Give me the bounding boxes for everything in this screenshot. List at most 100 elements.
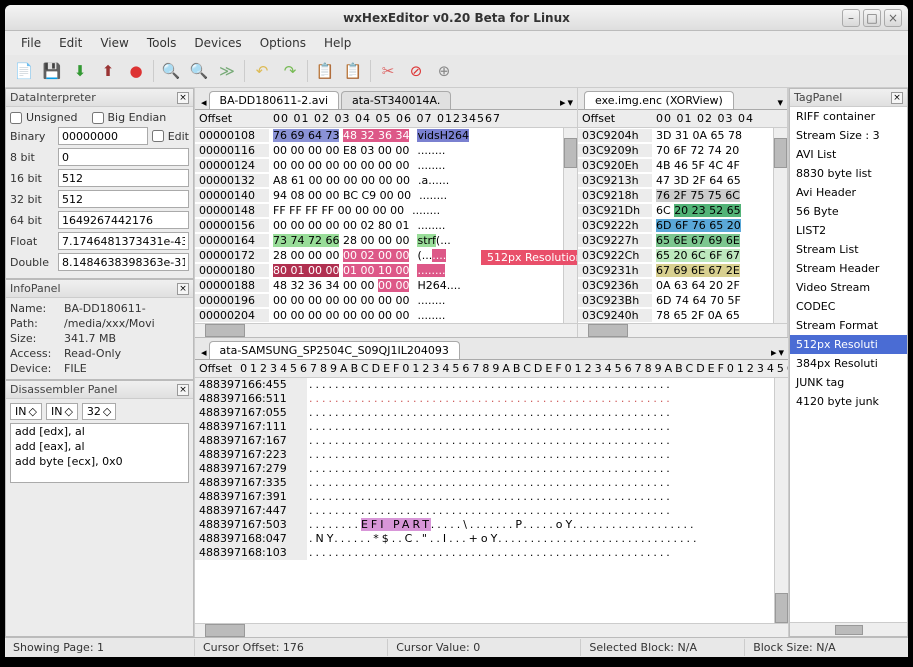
close-icon[interactable]: ×: [177, 384, 189, 396]
text-row[interactable]: 488397167:391...........................…: [195, 490, 774, 504]
disasm-combo-2[interactable]: IN ◇: [46, 403, 78, 420]
close-icon[interactable]: ×: [177, 283, 189, 295]
di-input[interactable]: [58, 211, 189, 229]
text-row[interactable]: 488397167:055...........................…: [195, 406, 774, 420]
scrollbar-horizontal[interactable]: [195, 623, 788, 637]
scrollbar-horizontal[interactable]: [195, 323, 577, 337]
tag-item[interactable]: Stream Size : 3: [790, 126, 907, 145]
hex-row[interactable]: 03C923Bh6D 74 64 70 5F: [578, 293, 773, 308]
new-icon[interactable]: 📄: [11, 58, 37, 84]
hex-grid[interactable]: 03C9204h3D 31 0A 65 7803C9209h70 6F 72 7…: [578, 128, 773, 323]
menu-devices[interactable]: Devices: [186, 34, 249, 52]
undo-icon[interactable]: ↶: [249, 58, 275, 84]
text-row[interactable]: 488397167:279...........................…: [195, 462, 774, 476]
scrollbar-horizontal[interactable]: [578, 323, 787, 337]
tag-item[interactable]: 56 Byte: [790, 202, 907, 221]
import-icon[interactable]: ⬇: [67, 58, 93, 84]
menu-help[interactable]: Help: [316, 34, 359, 52]
hex-row[interactable]: 0000019600 00 00 00 00 00 00 00........: [195, 293, 563, 308]
hex-row[interactable]: 03C9209h70 6F 72 74 20: [578, 143, 773, 158]
hex-row[interactable]: 03C9236h0A 63 64 20 2F: [578, 278, 773, 293]
disasm-combo-1[interactable]: IN ◇: [10, 403, 42, 420]
menu-file[interactable]: File: [13, 34, 49, 52]
copy-icon[interactable]: 📋: [312, 58, 338, 84]
text-row[interactable]: 488397166:511...........................…: [195, 392, 774, 406]
disasm-combo-3[interactable]: 32 ◇: [82, 403, 116, 420]
hex-row[interactable]: 03C922Ch65 20 6C 6F 67: [578, 248, 773, 263]
tag-item[interactable]: Avi Header: [790, 183, 907, 202]
tag-item[interactable]: 512px Resoluti: [790, 335, 907, 354]
hex-row[interactable]: 0000015600 00 00 00 00 02 80 01........: [195, 218, 563, 233]
tag-item[interactable]: CODEC: [790, 297, 907, 316]
tag-item[interactable]: LIST2: [790, 221, 907, 240]
hex-row[interactable]: 03C9240h78 65 2F 0A 65: [578, 308, 773, 323]
hex-row[interactable]: 0000018080 01 00 00 01 00 10 00........: [195, 263, 563, 278]
paste-icon[interactable]: 📋: [340, 58, 366, 84]
tag-item[interactable]: Stream List: [790, 240, 907, 259]
hex-row[interactable]: 00000132A8 61 00 00 00 00 00 00.a......: [195, 173, 563, 188]
tag-item[interactable]: JUNK tag: [790, 373, 907, 392]
edit-checkbox[interactable]: [152, 130, 164, 142]
di-input[interactable]: [58, 253, 189, 271]
tab-nav-right[interactable]: ▸: [560, 96, 566, 109]
redo-icon[interactable]: ↷: [277, 58, 303, 84]
hex-row[interactable]: 03C921Dh6C 20 23 52 65: [578, 203, 773, 218]
tag-item[interactable]: Video Stream: [790, 278, 907, 297]
tab-samsung[interactable]: ata-SAMSUNG_SP2504C_S09QJ1IL204093: [209, 341, 460, 359]
text-row[interactable]: 488397167:503........EFI PART.....\.....…: [195, 518, 774, 532]
text-row[interactable]: 488397167:223...........................…: [195, 448, 774, 462]
export-icon[interactable]: ⬆: [95, 58, 121, 84]
menu-tools[interactable]: Tools: [139, 34, 185, 52]
tab-file-1[interactable]: BA-DD180611-2.avi: [209, 91, 340, 109]
scrollbar-vertical[interactable]: [773, 128, 787, 323]
scrollbar-vertical[interactable]: [563, 128, 577, 323]
menu-view[interactable]: View: [92, 34, 136, 52]
close-icon[interactable]: ×: [177, 92, 189, 104]
tab-nav-left[interactable]: ◂: [201, 346, 207, 359]
bigendian-checkbox[interactable]: [92, 112, 104, 124]
cut-icon[interactable]: ✂: [375, 58, 401, 84]
tag-item[interactable]: Stream Header: [790, 259, 907, 278]
di-input[interactable]: [58, 190, 189, 208]
text-row[interactable]: 488397168:103...........................…: [195, 546, 774, 560]
tag-item[interactable]: RIFF container: [790, 107, 907, 126]
hex-row[interactable]: 03C920Eh4B 46 5F 4C 4F: [578, 158, 773, 173]
search-replace-icon[interactable]: 🔍: [186, 58, 212, 84]
tag-item[interactable]: 4120 byte junk: [790, 392, 907, 411]
text-row[interactable]: 488397168:047.NY......*$..C."..I...+oY..…: [195, 532, 774, 546]
tag-item[interactable]: Stream Format: [790, 316, 907, 335]
hex-row[interactable]: 03C9231h67 69 6E 67 2E: [578, 263, 773, 278]
close-window-button[interactable]: ×: [884, 9, 902, 27]
menu-options[interactable]: Options: [252, 34, 314, 52]
text-row[interactable]: 488397167:167...........................…: [195, 434, 774, 448]
hex-row[interactable]: 0000011600 00 00 00 E8 03 00 00........: [195, 143, 563, 158]
close-icon[interactable]: ×: [891, 92, 903, 104]
hex-row[interactable]: 03C9204h3D 31 0A 65 78: [578, 128, 773, 143]
maximize-button[interactable]: □: [863, 9, 881, 27]
tab-file-2[interactable]: ata-ST340014A.: [341, 91, 451, 109]
tag-item[interactable]: 8830 byte list: [790, 164, 907, 183]
binary-input[interactable]: [58, 127, 148, 145]
tag-item[interactable]: AVI List: [790, 145, 907, 164]
hex-row[interactable]: 0000020400 00 00 00 00 00 00 00........: [195, 308, 563, 323]
hex-row[interactable]: 0000012400 00 00 00 00 00 00 00........: [195, 158, 563, 173]
hex-row[interactable]: 0000014094 08 00 00 BC C9 00 00........: [195, 188, 563, 203]
text-row[interactable]: 488397167:111...........................…: [195, 420, 774, 434]
hex-row[interactable]: 03C9213h47 3D 2F 64 65: [578, 173, 773, 188]
tab-xorview[interactable]: exe.img.enc (XORView): [584, 91, 734, 109]
unsigned-checkbox[interactable]: [10, 112, 22, 124]
tag-item[interactable]: 384px Resoluti: [790, 354, 907, 373]
di-input[interactable]: [58, 169, 189, 187]
delete-icon[interactable]: ⊘: [403, 58, 429, 84]
tab-nav-left[interactable]: ◂: [201, 96, 207, 109]
goto-icon[interactable]: ≫: [214, 58, 240, 84]
minimize-button[interactable]: –: [842, 9, 860, 27]
record-icon[interactable]: ●: [123, 58, 149, 84]
tab-menu-icon[interactable]: ▾: [777, 96, 783, 109]
hex-row[interactable]: 0000010876 69 64 73 48 32 36 34vidsH264: [195, 128, 563, 143]
hex-row[interactable]: 0000016473 74 72 66 28 00 00 00strf(...: [195, 233, 563, 248]
insert-icon[interactable]: ⊕: [431, 58, 457, 84]
tab-nav-right[interactable]: ▸: [771, 346, 777, 359]
text-grid[interactable]: 488397166:455...........................…: [195, 378, 774, 623]
di-input[interactable]: [58, 232, 189, 250]
